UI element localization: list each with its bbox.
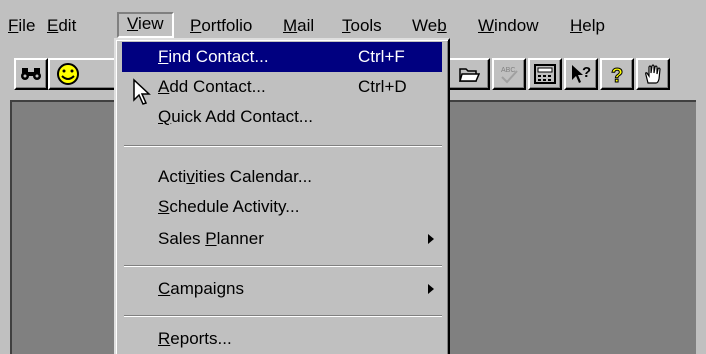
calculator-button[interactable] (528, 58, 562, 90)
menu-web[interactable]: Web (412, 14, 447, 38)
spell-check-button[interactable]: ABC (492, 58, 526, 90)
calculator-icon (534, 64, 556, 84)
submenu-arrow-icon (428, 284, 434, 294)
find-button[interactable] (14, 58, 48, 90)
hand-icon (645, 64, 661, 84)
menu-item-sales-planner[interactable]: Sales Planner (122, 224, 442, 254)
contact-button[interactable] (48, 58, 116, 90)
shortcut-label: Ctrl+F (358, 47, 405, 66)
menu-item-label: Reports... (158, 329, 232, 348)
menu-separator (124, 265, 442, 267)
menu-item-label: Add Contact... (158, 77, 266, 96)
binoculars-icon (21, 68, 41, 80)
svg-text:ABC: ABC (501, 67, 515, 74)
menu-item-schedule-activity[interactable]: Schedule Activity... (122, 192, 442, 222)
view-menu-dropdown: Find Contact... Ctrl+F Add Contact... Ct… (114, 38, 450, 354)
menu-item-label: Sales Planner (158, 229, 264, 248)
menu-window[interactable]: Window (478, 14, 538, 38)
spell-check-icon: ABC (501, 67, 518, 84)
whats-this-icon: ? (572, 64, 591, 83)
shortcut-label: Ctrl+D (358, 77, 407, 96)
menu-item-activities-calendar[interactable]: Activities Calendar... (122, 162, 442, 192)
svg-text:?: ? (582, 64, 591, 81)
menu-file[interactable]: File (8, 14, 35, 38)
submenu-arrow-icon (428, 234, 434, 244)
menu-mail[interactable]: Mail (283, 14, 314, 38)
menu-item-label: Find Contact... (158, 47, 269, 66)
help-button[interactable]: ? (600, 58, 634, 90)
menu-help[interactable]: Help (570, 14, 605, 38)
menu-item-quick-add-contact[interactable]: Quick Add Contact... (122, 102, 442, 132)
svg-text:?: ? (611, 65, 623, 85)
open-button[interactable] (450, 58, 490, 90)
menu-item-label: Schedule Activity... (158, 197, 300, 216)
menu-item-campaigns[interactable]: Campaigns (122, 274, 442, 304)
smiley-icon (57, 63, 79, 85)
open-folder-icon (459, 68, 480, 82)
help-icon: ? (611, 65, 624, 86)
whats-this-button[interactable]: ? (564, 58, 598, 90)
menu-item-label: Campaigns (158, 279, 244, 298)
menu-item-label: Activities Calendar... (158, 167, 313, 186)
hand-button[interactable] (636, 58, 670, 90)
menu-tools[interactable]: Tools (342, 14, 382, 38)
menu-portfolio[interactable]: Portfolio (190, 14, 252, 38)
menu-separator (124, 145, 442, 147)
menu-item-reports[interactable]: Reports... (122, 324, 442, 354)
menu-item-add-contact[interactable]: Add Contact... Ctrl+D (122, 72, 442, 102)
mouse-cursor-icon (133, 78, 151, 105)
menu-item-find-contact[interactable]: Find Contact... Ctrl+F (122, 42, 442, 72)
menu-item-label: Quick Add Contact... (158, 107, 313, 126)
menu-separator (124, 315, 442, 317)
menu-view[interactable]: View (117, 12, 174, 38)
menu-edit[interactable]: Edit (47, 14, 76, 38)
